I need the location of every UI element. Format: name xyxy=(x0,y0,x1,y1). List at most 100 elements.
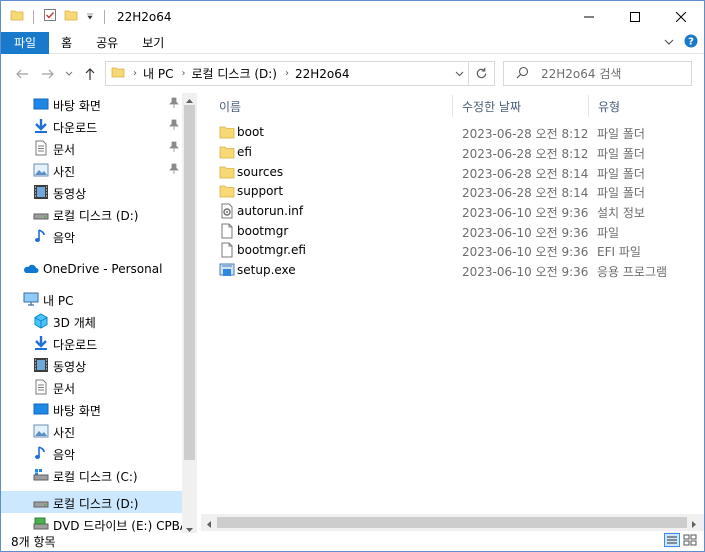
help-icon[interactable]: ? xyxy=(684,34,698,51)
pin-icon xyxy=(169,141,179,156)
status-bar: 8개 항목 xyxy=(1,531,704,551)
svg-text:?: ? xyxy=(688,37,694,48)
nav-item-local-disk-d[interactable]: 로컬 디스크 (D:) xyxy=(1,203,182,225)
music-icon xyxy=(33,228,49,244)
search-placeholder: 22H2o64 검색 xyxy=(541,67,622,81)
file-row-boot[interactable]: boot 2023-06-28 오전 8:12 파일 폴더 xyxy=(219,122,689,142)
setup-exe-icon xyxy=(219,262,235,278)
recent-locations-button[interactable] xyxy=(62,65,76,83)
refresh-button[interactable] xyxy=(468,62,494,85)
desktop-icon xyxy=(33,96,49,112)
new-folder-icon[interactable] xyxy=(64,8,78,25)
folder-icon xyxy=(219,144,235,160)
pin-icon xyxy=(169,97,179,112)
nav-item-pc-documents[interactable]: 문서 xyxy=(1,376,182,398)
file-row-bootmgr[interactable]: bootmgr 2023-06-10 오전 9:36 파일 xyxy=(219,221,689,241)
system-drive-icon xyxy=(33,467,49,483)
videos-icon xyxy=(33,184,49,200)
window-title: 22H2o64 xyxy=(117,9,172,24)
music-icon xyxy=(33,445,49,461)
navigation-pane: 바탕 화면 다운로드 문서 사진 동영상 로컬 디스크 (D:) 음악 OneD… xyxy=(1,93,197,533)
item-count: 8개 항목 xyxy=(11,535,56,549)
tab-file[interactable]: 파일 xyxy=(1,31,50,54)
nav-item-onedrive[interactable]: OneDrive - Personal xyxy=(1,258,182,280)
file-icon xyxy=(219,242,235,258)
setup-info-file-icon xyxy=(219,203,235,219)
pictures-icon xyxy=(33,162,49,178)
customize-dropdown-icon[interactable] xyxy=(85,10,95,24)
documents-icon xyxy=(33,379,49,395)
nav-item-local-disk-c[interactable]: 로컬 디스크 (C:) xyxy=(1,464,182,486)
breadcrumb-local-disk-d[interactable]: 로컬 디스크 (D:) xyxy=(191,65,276,82)
pin-icon xyxy=(169,119,179,134)
nav-item-this-pc[interactable]: 내 PC xyxy=(1,288,182,310)
3d-objects-icon xyxy=(33,313,49,329)
quick-access-toolbar xyxy=(10,8,107,25)
nav-item-dvd-drive[interactable]: DVD 드라이브 (E:) CPBA xyxy=(1,513,188,533)
nav-item-pc-desktop[interactable]: 바탕 화면 xyxy=(1,398,182,420)
nav-item-music[interactable]: 음악 xyxy=(1,225,182,247)
breadcrumb-this-pc[interactable]: 내 PC xyxy=(143,65,173,82)
forward-button[interactable] xyxy=(39,65,57,83)
pin-icon xyxy=(169,163,179,178)
breadcrumb-current-folder[interactable]: 22H2o64 xyxy=(295,67,350,81)
download-icon xyxy=(33,335,49,351)
drive-icon xyxy=(33,494,49,510)
details-view-icon[interactable] xyxy=(664,533,680,550)
column-header-type[interactable]: 유형 xyxy=(598,98,620,115)
address-bar[interactable]: › 내 PC › 로컬 디스크 (D:) › 22H2o64 xyxy=(105,61,495,86)
file-list-horizontal-scrollbar[interactable] xyxy=(201,514,704,531)
onedrive-icon xyxy=(23,261,39,277)
scroll-thumb[interactable] xyxy=(217,517,687,528)
dvd-drive-icon xyxy=(33,516,49,532)
file-row-efi[interactable]: efi 2023-06-28 오전 8:12 파일 폴더 xyxy=(219,142,689,162)
close-button[interactable] xyxy=(658,1,704,32)
nav-item-pc-music[interactable]: 음악 xyxy=(1,442,182,464)
nav-item-documents[interactable]: 문서 xyxy=(1,137,182,159)
search-box[interactable]: 22H2o64 검색 xyxy=(503,61,692,86)
maximize-button[interactable] xyxy=(612,1,658,32)
nav-item-3d-objects[interactable]: 3D 개체 xyxy=(1,310,182,332)
tab-share[interactable]: 공유 xyxy=(84,32,130,54)
file-row-autorun-inf[interactable]: autorun.inf 2023-06-10 오전 9:36 설치 정보 xyxy=(219,201,689,221)
nav-pane-scrollbar[interactable] xyxy=(182,93,197,533)
chevron-right-icon[interactable]: › xyxy=(181,68,185,79)
nav-item-downloads[interactable]: 다운로드 xyxy=(1,115,182,137)
properties-icon[interactable] xyxy=(43,8,57,25)
file-icon xyxy=(219,223,235,239)
computer-icon xyxy=(23,291,39,307)
nav-item-pc-videos[interactable]: 동영상 xyxy=(1,354,182,376)
column-header-name[interactable]: 이름 xyxy=(219,98,241,115)
file-row-bootmgr-efi[interactable]: bootmgr.efi 2023-06-10 오전 9:36 EFI 파일 xyxy=(219,240,689,260)
file-row-support[interactable]: support 2023-06-28 오전 8:14 파일 폴더 xyxy=(219,181,689,201)
scroll-thumb[interactable] xyxy=(184,105,195,460)
videos-icon xyxy=(33,357,49,373)
tab-view[interactable]: 보기 xyxy=(130,32,176,54)
file-row-setup-exe[interactable]: setup.exe 2023-06-10 오전 9:36 응용 프로그램 xyxy=(219,260,689,280)
expand-ribbon-icon[interactable] xyxy=(664,36,674,50)
chevron-right-icon[interactable]: › xyxy=(133,68,137,79)
nav-item-desktop[interactable]: 바탕 화면 xyxy=(1,93,182,115)
scroll-left-icon[interactable] xyxy=(205,518,213,532)
nav-item-pc-local-disk-d[interactable]: 로컬 디스크 (D:) xyxy=(1,491,182,513)
column-header-date[interactable]: 수정한 날짜 xyxy=(462,98,521,115)
minimize-button[interactable] xyxy=(566,1,612,32)
nav-item-pc-pictures[interactable]: 사진 xyxy=(1,420,182,442)
search-icon xyxy=(516,66,529,82)
chevron-right-icon[interactable]: › xyxy=(285,68,289,79)
nav-item-videos[interactable]: 동영상 xyxy=(1,181,182,203)
nav-item-pc-downloads[interactable]: 다운로드 xyxy=(1,332,182,354)
up-button[interactable] xyxy=(81,65,99,83)
pictures-icon xyxy=(33,423,49,439)
navigation-bar: › 내 PC › 로컬 디스크 (D:) › 22H2o64 22H2o64 검… xyxy=(1,57,704,91)
folder-icon xyxy=(219,164,235,180)
folder-icon xyxy=(10,8,24,25)
folder-icon xyxy=(219,124,235,140)
back-button[interactable] xyxy=(13,65,31,83)
nav-item-pictures[interactable]: 사진 xyxy=(1,159,182,181)
file-row-sources[interactable]: sources 2023-06-28 오전 8:14 파일 폴더 xyxy=(219,162,689,182)
large-icons-view-icon[interactable] xyxy=(682,533,698,550)
tab-home[interactable]: 홈 xyxy=(49,32,84,54)
scroll-right-icon[interactable] xyxy=(690,518,698,532)
chevron-down-icon[interactable] xyxy=(455,67,464,81)
